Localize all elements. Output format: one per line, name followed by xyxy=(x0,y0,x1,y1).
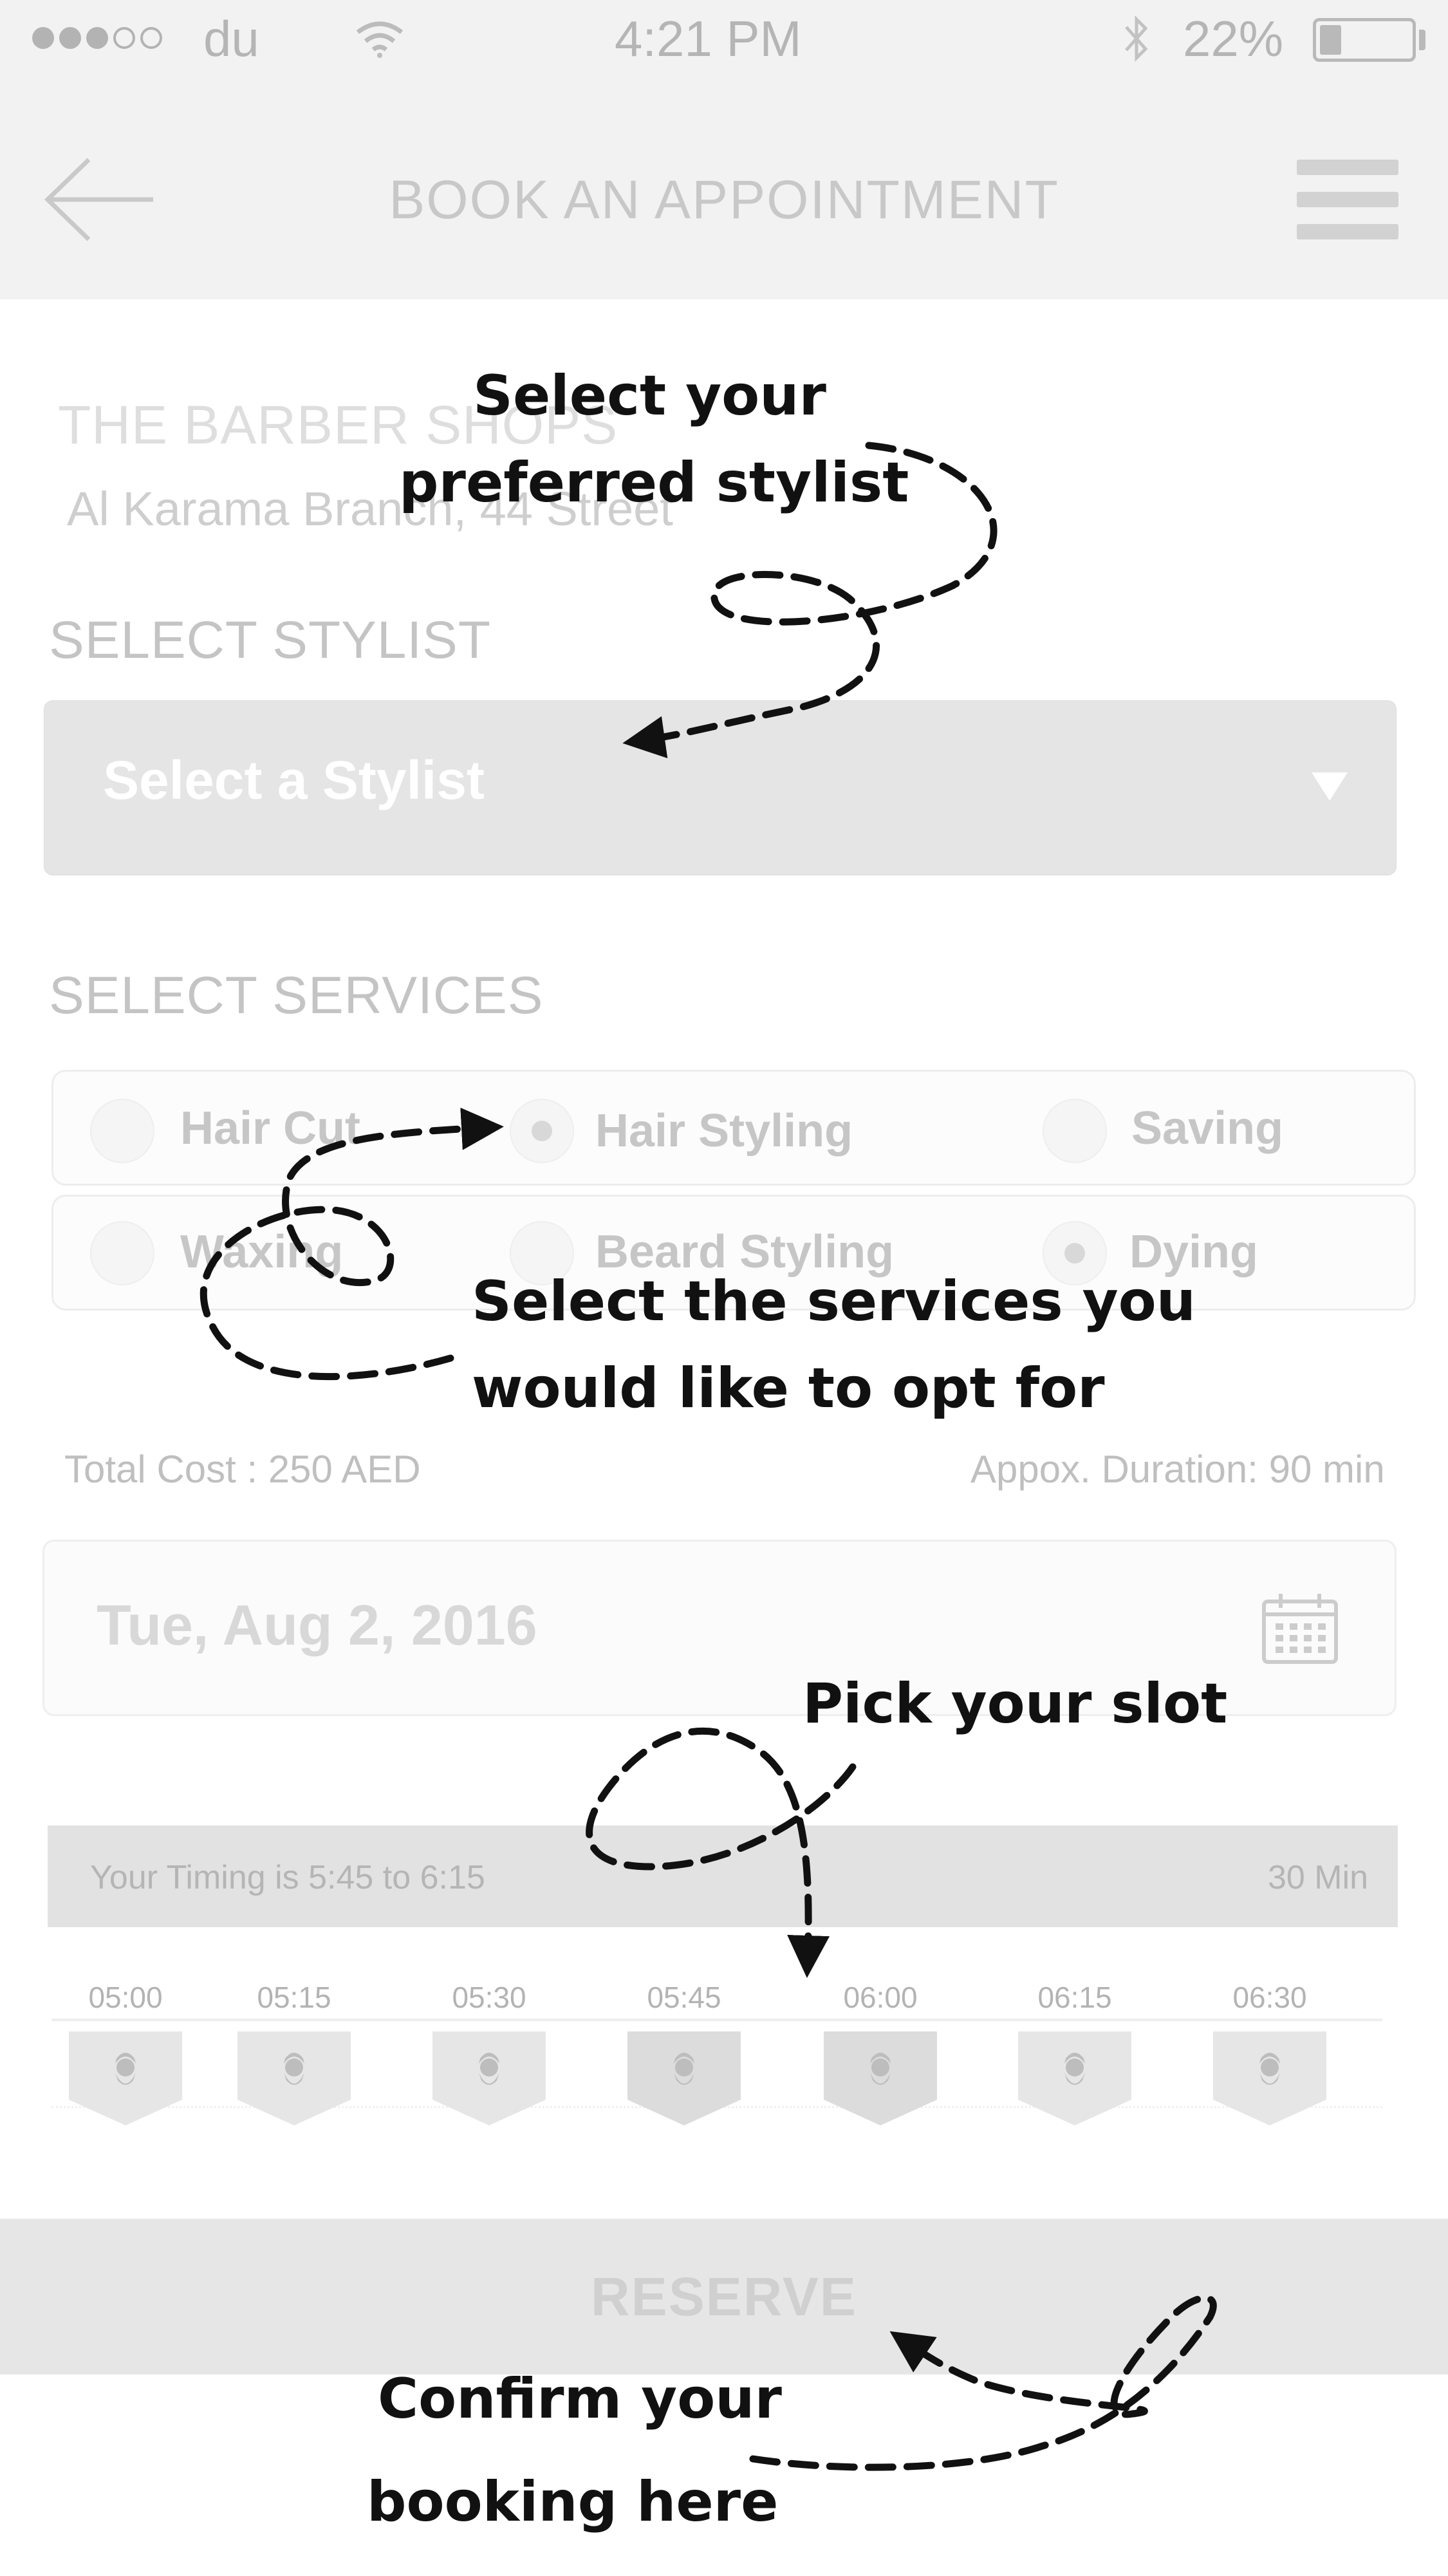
battery-tip xyxy=(1419,30,1425,50)
signal-strength-icon xyxy=(32,27,167,52)
callout-confirm-line1: Confirm your xyxy=(378,2367,782,2431)
service-label-hair-cut: Hair Cut xyxy=(180,1103,361,1154)
slot-time-label: 05:30 xyxy=(452,1981,526,2014)
radio-saving[interactable] xyxy=(1043,1099,1107,1163)
slot-time-label: 06:00 xyxy=(843,1981,918,2014)
time-slot-marker[interactable] xyxy=(236,2030,352,2127)
time-slot-marker[interactable] xyxy=(822,2030,938,2127)
time-slot-marker[interactable] xyxy=(626,2030,742,2127)
service-label-saving: Saving xyxy=(1131,1103,1284,1154)
callout-stylist-line2: preferred stylist xyxy=(399,451,909,515)
menu-line xyxy=(1297,224,1398,239)
radio-waxing[interactable] xyxy=(90,1221,154,1285)
slot-time-label: 05:00 xyxy=(88,1981,163,2014)
slot-time-label: 06:30 xyxy=(1232,1981,1307,2014)
slot-time-label: 05:45 xyxy=(647,1981,721,2014)
slot-time-label: 06:15 xyxy=(1037,1981,1112,2014)
battery-icon xyxy=(1313,18,1416,62)
time-slot-marker[interactable] xyxy=(1017,2030,1133,2127)
page-title: BOOK AN APPOINTMENT xyxy=(389,169,1059,230)
callout-services-line1: Select the services you xyxy=(472,1269,1196,1334)
select-services-label: SELECT SERVICES xyxy=(49,966,544,1025)
select-stylist-label: SELECT STYLIST xyxy=(49,611,491,669)
stylist-placeholder: Select a Stylist xyxy=(103,750,485,810)
menu-line xyxy=(1297,160,1398,175)
service-label-hair-styling: Hair Styling xyxy=(595,1105,853,1157)
callout-slot: Pick your slot xyxy=(803,1672,1228,1736)
radio-hair-cut[interactable] xyxy=(90,1099,154,1163)
time-slot-marker[interactable] xyxy=(431,2030,547,2127)
time-slot-marker[interactable] xyxy=(1212,2030,1328,2127)
caret-down-icon xyxy=(1312,772,1348,801)
service-label-waxing: Waxing xyxy=(180,1226,344,1278)
battery-percent: 22% xyxy=(1183,10,1284,67)
radio-hair-styling[interactable] xyxy=(510,1099,574,1163)
slot-time-label: 05:15 xyxy=(257,1981,331,2014)
approx-duration: Appox. Duration: 90 min xyxy=(970,1448,1385,1491)
calendar-icon[interactable] xyxy=(1261,1592,1339,1665)
selected-date: Tue, Aug 2, 2016 xyxy=(97,1593,537,1657)
timing-duration: 30 Min xyxy=(1268,1859,1369,1896)
total-cost: Total Cost : 250 AED xyxy=(64,1448,421,1491)
bluetooth-icon xyxy=(1125,15,1148,62)
status-time: 4:21 PM xyxy=(615,10,802,67)
callout-services-line2: would like to opt for xyxy=(472,1356,1105,1421)
reserve-button[interactable]: RESERVE xyxy=(0,2219,1448,2375)
slot-divider xyxy=(51,2019,1382,2021)
menu-line xyxy=(1297,192,1398,207)
callout-stylist-line1: Select your xyxy=(473,364,826,428)
timing-text: Your Timing is 5:45 to 6:15 xyxy=(90,1859,485,1896)
reserve-label: RESERVE xyxy=(591,2266,857,2327)
time-slot-marker[interactable] xyxy=(68,2030,183,2127)
carrier-name: du xyxy=(203,10,259,67)
wifi-icon xyxy=(356,21,404,58)
callout-confirm-line2: booking here xyxy=(367,2470,779,2534)
